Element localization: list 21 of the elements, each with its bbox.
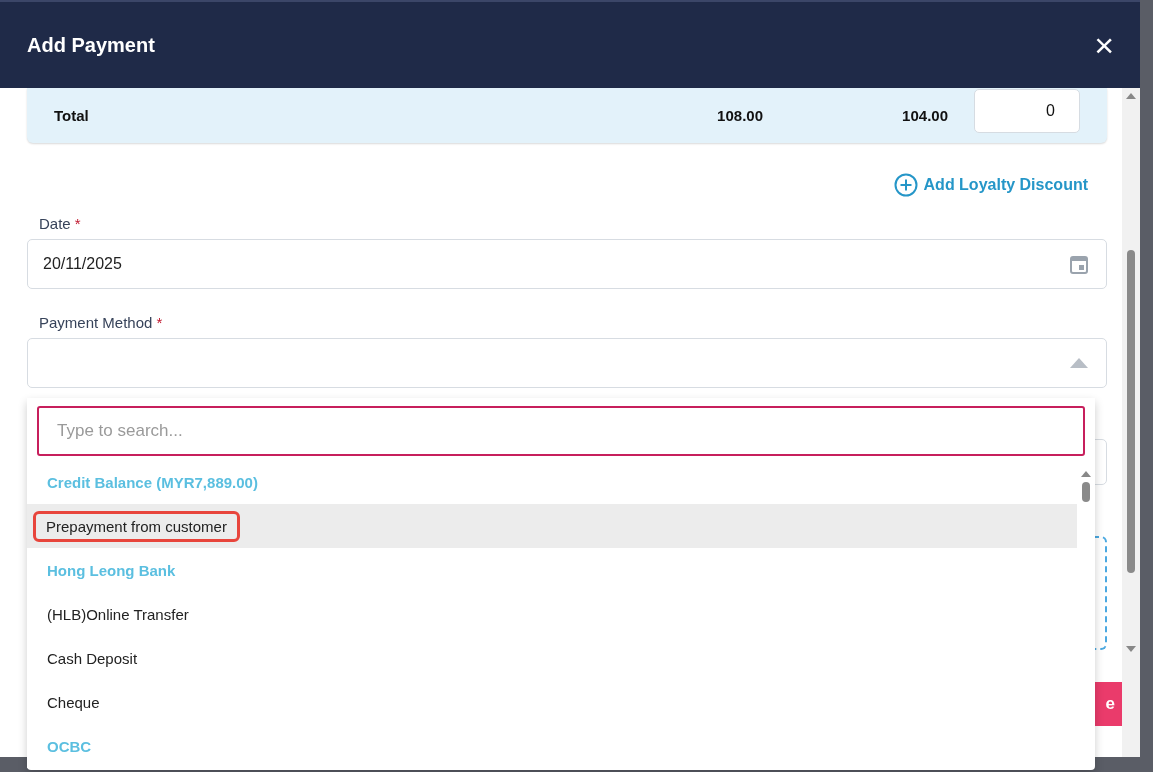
close-button[interactable]: × bbox=[1094, 28, 1114, 62]
payment-method-label: Payment Method * bbox=[38, 314, 164, 331]
dropdown-option[interactable]: Prepayment from customer bbox=[27, 504, 1077, 548]
scroll-up-icon[interactable] bbox=[1081, 471, 1091, 477]
scrollbar[interactable] bbox=[1122, 88, 1140, 757]
amount-input[interactable]: 0 bbox=[974, 88, 1080, 133]
total-amount: 104.00 bbox=[901, 107, 948, 124]
date-label: Date * bbox=[38, 215, 82, 232]
search-field[interactable]: Type to search... bbox=[37, 406, 1085, 456]
calendar-icon bbox=[1070, 254, 1088, 274]
dialog-title: Add Payment bbox=[27, 33, 155, 57]
scroll-up-icon[interactable] bbox=[1126, 93, 1136, 99]
required-mark: * bbox=[156, 314, 163, 331]
total-label: Total bbox=[54, 107, 90, 124]
total-amount: 108.00 bbox=[716, 107, 763, 124]
plus-circle-icon bbox=[893, 172, 918, 197]
date-field[interactable]: 20/11/2025 bbox=[27, 239, 1107, 289]
required-mark: * bbox=[74, 215, 81, 232]
scrollbar-thumb[interactable] bbox=[1127, 250, 1135, 573]
scrollbar-thumb[interactable] bbox=[1082, 482, 1090, 502]
scroll-down-icon[interactable] bbox=[1126, 646, 1136, 652]
